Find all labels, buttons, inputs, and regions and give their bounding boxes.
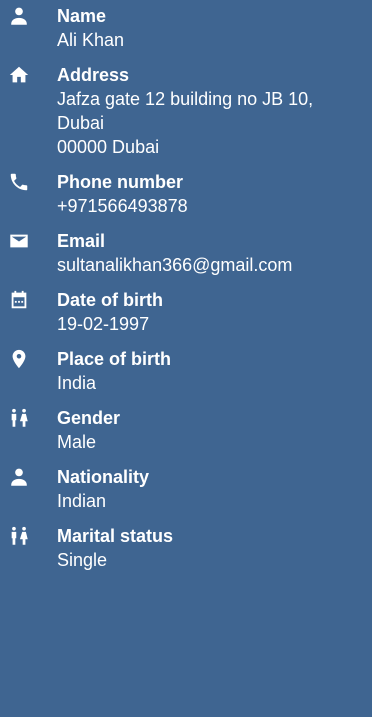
mail-icon — [8, 230, 30, 252]
field-phone-number: Phone number +971566493878 — [0, 170, 372, 218]
field-content: Email sultanalikhan366@gmail.com — [57, 229, 372, 277]
field-content: Name Ali Khan — [57, 4, 372, 52]
home-icon — [8, 64, 30, 86]
field-content: Place of birth India — [57, 347, 372, 395]
field-content: Marital status Single — [57, 524, 372, 572]
person-icon — [8, 5, 30, 27]
value-line: +971566493878 — [57, 196, 188, 216]
value-line: sultanalikhan366@gmail.com — [57, 255, 293, 275]
location-pin-icon — [8, 348, 30, 370]
field-value: Jafza gate 12 building no JB 10, Dubai 0… — [57, 87, 372, 159]
field-label: Marital status — [57, 526, 174, 546]
value-line: Male — [57, 432, 97, 452]
field-label: Name — [57, 6, 107, 26]
field-label: Date of birth — [57, 290, 163, 310]
gender-icon — [8, 407, 30, 429]
field-content: Phone number +971566493878 — [57, 170, 372, 218]
field-value: Male — [57, 430, 372, 454]
field-date-of-birth: Date of birth 19-02-1997 — [0, 288, 372, 336]
phone-icon — [8, 171, 30, 193]
value-line: 19-02-1997 — [57, 314, 150, 334]
field-content: Address Jafza gate 12 building no JB 10,… — [57, 63, 372, 159]
value-line: Jafza gate 12 building no JB 10, — [57, 89, 314, 109]
field-value: Indian — [57, 489, 372, 513]
value-line: 00000 Dubai — [57, 137, 160, 157]
field-value: Ali Khan — [57, 28, 372, 52]
value-line: Ali Khan — [57, 30, 125, 50]
field-label: Place of birth — [57, 349, 172, 369]
calendar-icon — [8, 289, 30, 311]
field-content: Date of birth 19-02-1997 — [57, 288, 372, 336]
field-value: 19-02-1997 — [57, 312, 372, 336]
field-marital-status: Marital status Single — [0, 524, 372, 572]
field-label: Gender — [57, 408, 121, 428]
field-name: Name Ali Khan — [0, 4, 372, 52]
value-line: Dubai — [57, 113, 105, 133]
field-nationality: Nationality Indian — [0, 465, 372, 513]
field-value: India — [57, 371, 372, 395]
field-label: Phone number — [57, 172, 184, 192]
field-value: Single — [57, 548, 372, 572]
person-icon — [8, 466, 30, 488]
field-label: Email — [57, 231, 106, 251]
gender-icon — [8, 525, 30, 547]
personal-details-panel: Name Ali Khan Address Jafza gate 12 buil… — [0, 0, 372, 717]
field-place-of-birth: Place of birth India — [0, 347, 372, 395]
value-line: India — [57, 373, 97, 393]
field-email: Email sultanalikhan366@gmail.com — [0, 229, 372, 277]
field-gender: Gender Male — [0, 406, 372, 454]
field-label: Address — [57, 65, 130, 85]
value-line: Indian — [57, 491, 107, 511]
field-value: sultanalikhan366@gmail.com — [57, 253, 372, 277]
value-line: Single — [57, 550, 108, 570]
field-value: +971566493878 — [57, 194, 372, 218]
field-address: Address Jafza gate 12 building no JB 10,… — [0, 63, 372, 159]
field-label: Nationality — [57, 467, 150, 487]
field-content: Nationality Indian — [57, 465, 372, 513]
field-content: Gender Male — [57, 406, 372, 454]
